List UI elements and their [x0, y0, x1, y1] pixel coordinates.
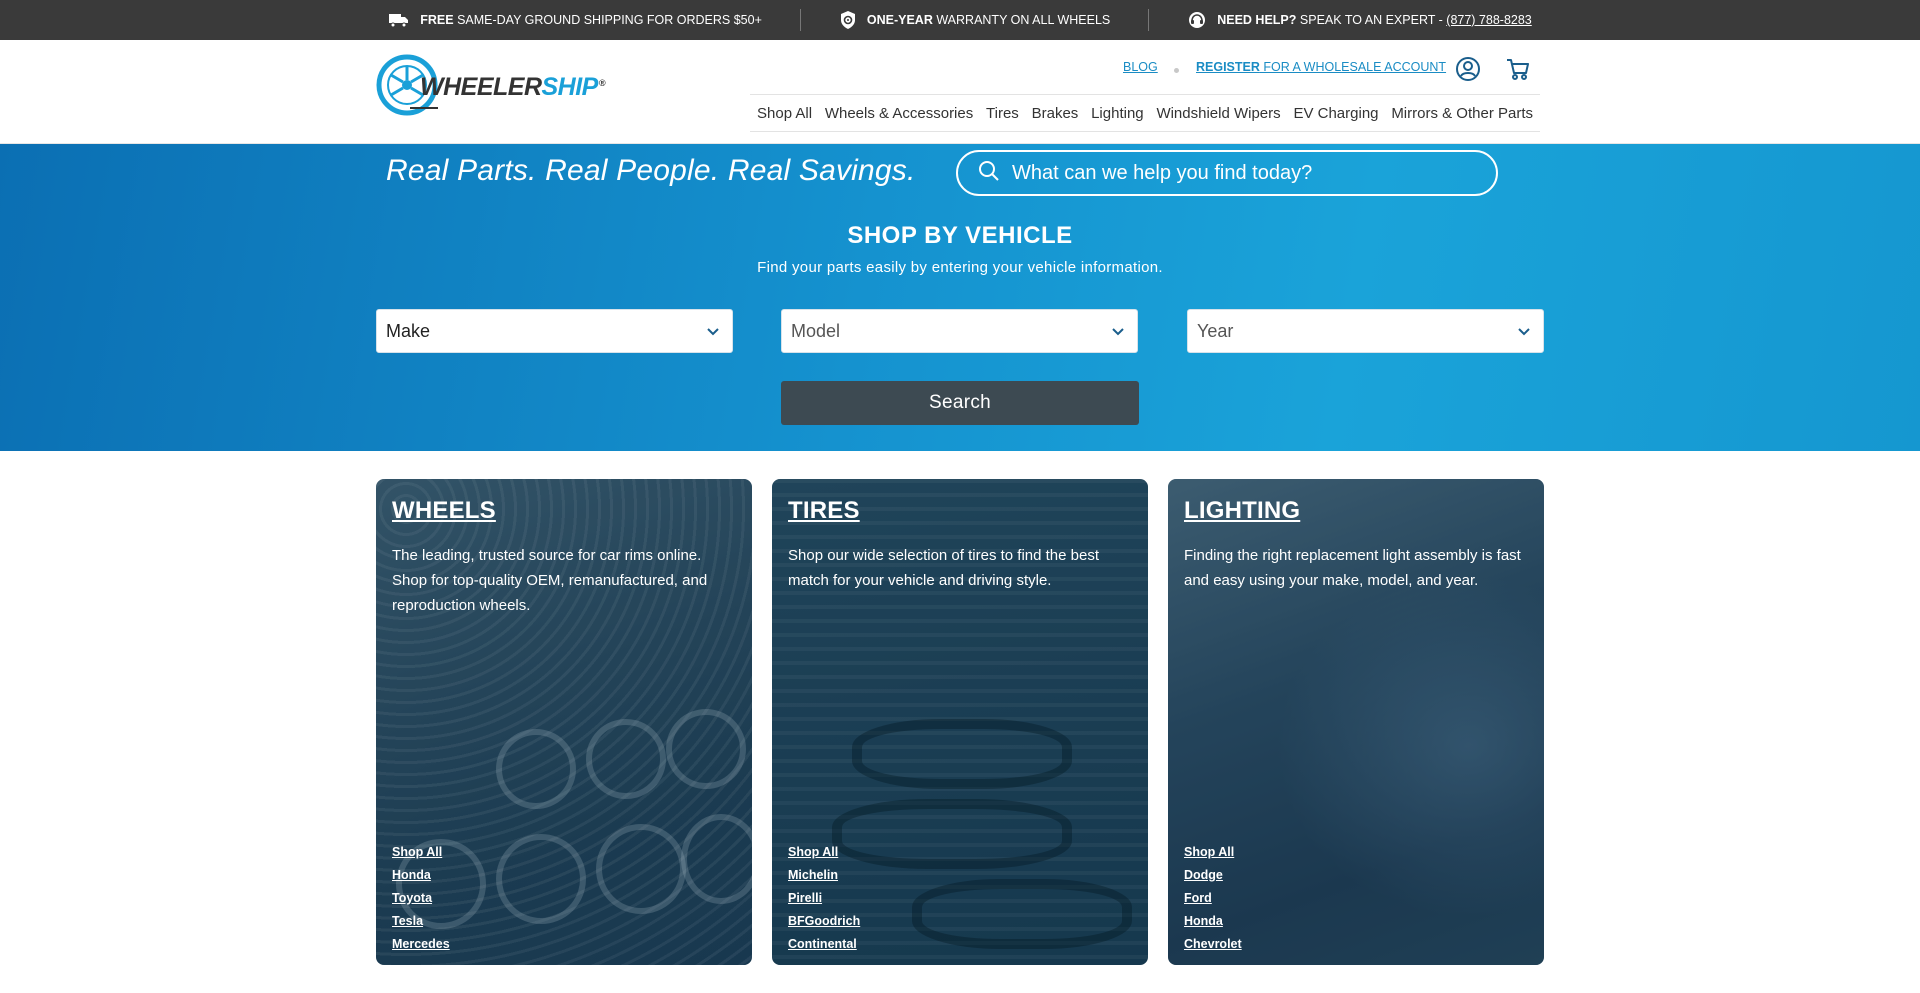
- lighting-card-content: LIGHTING Finding the right replacement l…: [1168, 479, 1544, 965]
- shop-by-vehicle-subtitle: Find your parts easily by entering your …: [757, 259, 1163, 276]
- tires-link-continental[interactable]: Continental: [788, 937, 860, 951]
- wheels-link-tesla[interactable]: Tesla: [392, 914, 450, 928]
- shop-by-vehicle-title: SHOP BY VEHICLE: [847, 222, 1073, 249]
- tagline: Real Parts. Real People. Real Savings.: [386, 154, 916, 187]
- lighting-card-title[interactable]: LIGHTING: [1184, 497, 1300, 525]
- shield-wheel-icon: [839, 10, 857, 30]
- chevron-down-icon: [1111, 321, 1125, 342]
- user-icon[interactable]: [1455, 56, 1481, 87]
- shipping-text: SAME-DAY GROUND SHIPPING FOR ORDERS $50+: [457, 13, 762, 27]
- nav-wheels-accessories[interactable]: Wheels & Accessories: [825, 105, 973, 122]
- nav-shop-all[interactable]: Shop All: [757, 105, 812, 122]
- tires-category-card: TIRES Shop our wide selection of tires t…: [772, 479, 1148, 965]
- search-input[interactable]: [1012, 161, 1472, 185]
- shipping-notice: FREE SAME-DAY GROUND SHIPPING FOR ORDERS…: [350, 12, 800, 28]
- separator-dot: [1174, 68, 1179, 73]
- wheels-link-mercedes[interactable]: Mercedes: [392, 937, 450, 951]
- make-select[interactable]: Make: [376, 309, 733, 353]
- warranty-notice: ONE-YEAR WARRANTY ON ALL WHEELS: [801, 10, 1148, 30]
- nav-mirrors-other-parts[interactable]: Mirrors & Other Parts: [1391, 105, 1533, 122]
- shipping-bold: FREE: [420, 13, 454, 27]
- model-select-value: Model: [791, 320, 841, 341]
- site-search[interactable]: [956, 150, 1498, 196]
- top-announcement-bar: FREE SAME-DAY GROUND SHIPPING FOR ORDERS…: [0, 0, 1920, 40]
- year-select[interactable]: Year: [1187, 309, 1544, 353]
- tires-card-links: Shop All Michelin Pirelli BFGoodrich Con…: [788, 845, 860, 951]
- wheels-card-title[interactable]: WHEELS: [392, 497, 496, 525]
- site-header: WHEELERSHIP® BLOG REGISTER FOR A WHOLESA…: [0, 40, 1920, 144]
- nav-tires[interactable]: Tires: [986, 105, 1019, 122]
- lighting-link-shop-all[interactable]: Shop All: [1184, 845, 1242, 859]
- model-select[interactable]: Model: [781, 309, 1138, 353]
- truck-icon: [388, 12, 410, 28]
- main-navigation: Shop All Wheels & Accessories Tires Brak…: [750, 94, 1540, 132]
- tires-link-shop-all[interactable]: Shop All: [788, 845, 860, 859]
- nav-lighting[interactable]: Lighting: [1091, 105, 1144, 122]
- chevron-down-icon: [706, 321, 720, 342]
- help-text: SPEAK TO AN EXPERT -: [1299, 13, 1443, 27]
- phone-link[interactable]: (877) 788-8283: [1446, 13, 1531, 27]
- warranty-text: WARRANTY ON ALL WHEELS: [936, 13, 1111, 27]
- headset-icon: [1187, 11, 1207, 29]
- wheels-link-honda[interactable]: Honda: [392, 868, 450, 882]
- lighting-link-dodge[interactable]: Dodge: [1184, 868, 1242, 882]
- cart-icon[interactable]: [1505, 56, 1531, 87]
- logo-wordmark: WHEELERSHIP®: [420, 73, 606, 101]
- chevron-down-icon: [1517, 321, 1531, 342]
- warranty-bold: ONE-YEAR: [866, 13, 933, 27]
- wheels-link-shop-all[interactable]: Shop All: [392, 845, 450, 859]
- register-wholesale-link[interactable]: REGISTER FOR A WHOLESALE ACCOUNT: [1196, 60, 1446, 74]
- lighting-card-description: Finding the right replacement light asse…: [1184, 547, 1521, 589]
- tires-card-description: Shop our wide selection of tires to find…: [788, 547, 1100, 589]
- nav-ev-charging[interactable]: EV Charging: [1293, 105, 1378, 122]
- blog-link[interactable]: BLOG: [1123, 60, 1158, 74]
- tires-card-content: TIRES Shop our wide selection of tires t…: [772, 479, 1148, 965]
- lighting-link-chevrolet[interactable]: Chevrolet: [1184, 937, 1242, 951]
- lighting-category-card: LIGHTING Finding the right replacement l…: [1168, 479, 1544, 965]
- tires-card-title[interactable]: TIRES: [788, 497, 860, 525]
- tires-link-pirelli[interactable]: Pirelli: [788, 891, 860, 905]
- help-notice: NEED HELP? SPEAK TO AN EXPERT - (877) 78…: [1149, 11, 1570, 29]
- lighting-card-links: Shop All Dodge Ford Honda Chevrolet: [1184, 845, 1242, 951]
- nav-windshield-wipers[interactable]: Windshield Wipers: [1156, 105, 1280, 122]
- shop-by-vehicle-hero: Real Parts. Real People. Real Savings. S…: [0, 144, 1920, 451]
- wheels-category-card: WHEELS The leading, trusted source for c…: [376, 479, 752, 965]
- wheels-card-content: WHEELS The leading, trusted source for c…: [376, 479, 752, 965]
- lighting-link-ford[interactable]: Ford: [1184, 891, 1242, 905]
- help-bold: NEED HELP?: [1217, 13, 1297, 27]
- utility-links: BLOG REGISTER FOR A WHOLESALE ACCOUNT: [0, 54, 1920, 81]
- make-select-value: Make: [386, 320, 431, 341]
- wheels-card-links: Shop All Honda Toyota Tesla Mercedes: [392, 845, 450, 951]
- year-select-value: Year: [1197, 320, 1234, 341]
- tires-link-bfgoodrich[interactable]: BFGoodrich: [788, 914, 860, 928]
- lighting-link-honda[interactable]: Honda: [1184, 914, 1242, 928]
- search-icon[interactable]: [978, 160, 1000, 187]
- vehicle-search-button[interactable]: Search: [781, 381, 1139, 425]
- wheels-card-description: The leading, trusted source for car rims…: [392, 547, 708, 614]
- nav-brakes[interactable]: Brakes: [1032, 105, 1079, 122]
- tires-link-michelin[interactable]: Michelin: [788, 868, 860, 882]
- wheels-link-toyota[interactable]: Toyota: [392, 891, 450, 905]
